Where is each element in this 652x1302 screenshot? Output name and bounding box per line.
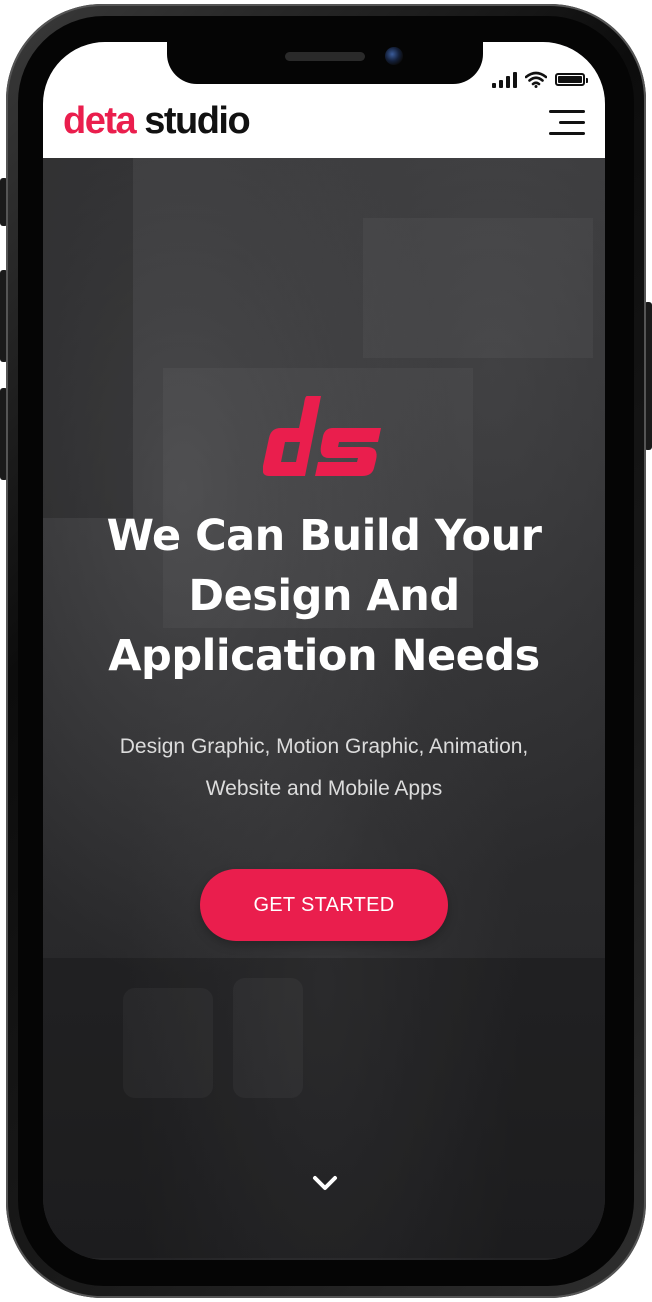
phone-screen: deta studio We Can Build Your Design And… xyxy=(43,42,605,1260)
battery-icon xyxy=(555,73,588,86)
notch xyxy=(167,42,483,84)
headline-line: Application Needs xyxy=(108,631,540,681)
subtext-line: Design Graphic, Motion Graphic, Animatio… xyxy=(119,735,529,758)
subtext-line: Website and Mobile Apps xyxy=(205,777,443,800)
hero-content: We Can Build Your Design And Application… xyxy=(43,158,605,1260)
hero-section: We Can Build Your Design And Application… xyxy=(43,158,605,1260)
hero-headline: We Can Build Your Design And Application… xyxy=(63,506,585,686)
hero-subtext: Design Graphic, Motion Graphic, Animatio… xyxy=(73,726,575,810)
logo-word-deta: deta xyxy=(63,100,137,142)
wifi-icon xyxy=(525,71,547,88)
logo-word-studio: studio xyxy=(144,100,250,142)
signal-icon xyxy=(492,72,517,88)
site-logo[interactable]: deta studio xyxy=(63,98,251,144)
speaker-grille xyxy=(285,52,365,61)
battery-level xyxy=(558,76,582,83)
get-started-button[interactable]: GET STARTED xyxy=(200,869,448,941)
hamburger-menu-icon[interactable] xyxy=(549,110,585,136)
device-mockup: deta studio We Can Build Your Design And… xyxy=(0,0,652,1302)
headline-line: We Can Build Your xyxy=(106,511,542,561)
ds-logo-mark xyxy=(263,396,381,476)
chevron-down-icon[interactable] xyxy=(311,1172,339,1194)
headline-line: Design And xyxy=(188,571,460,621)
app-header: deta studio xyxy=(43,42,605,158)
status-bar xyxy=(492,66,588,88)
front-camera xyxy=(385,47,403,65)
